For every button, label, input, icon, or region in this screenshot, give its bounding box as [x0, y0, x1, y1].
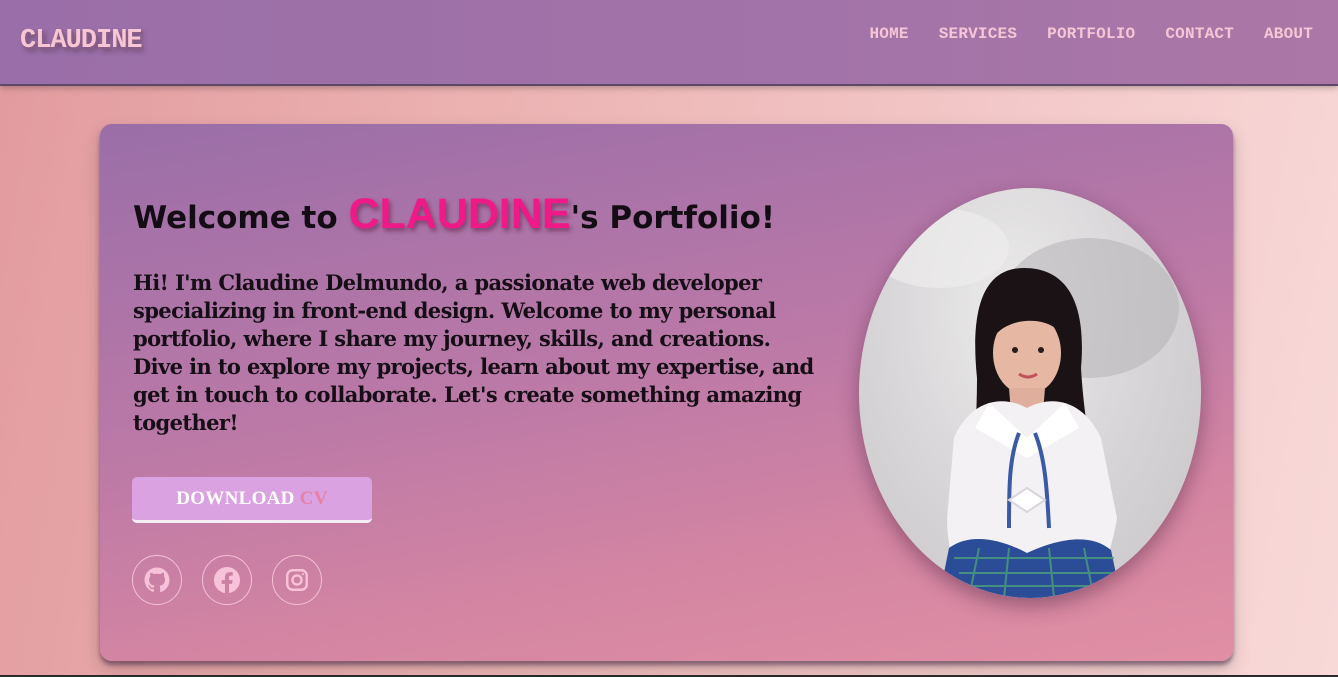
nav-contact-link[interactable]: CONTACT — [1165, 25, 1234, 43]
navbar: CLAUDINE HOME SERVICES PORTFOLIO CONTACT… — [0, 0, 1338, 86]
site-logo[interactable]: CLAUDINE — [20, 26, 143, 56]
facebook-link[interactable] — [202, 555, 252, 605]
instagram-icon — [286, 569, 308, 591]
hero-title-highlight: CLAUDINE — [348, 190, 571, 238]
hero-title-prefix: Welcome to — [133, 200, 349, 236]
nav-menu: HOME SERVICES PORTFOLIO CONTACT ABOUT — [870, 25, 1314, 43]
instagram-link[interactable] — [272, 555, 322, 605]
download-cv-accent: CV — [299, 487, 328, 509]
hero-title: Welcome to CLAUDINE's Portfolio! — [133, 190, 775, 239]
nav-home-link[interactable]: HOME — [870, 25, 909, 43]
facebook-icon — [214, 567, 240, 593]
social-links — [132, 555, 322, 605]
download-cv-button[interactable]: DOWNLOAD CV — [132, 477, 372, 523]
nav-about-link[interactable]: ABOUT — [1264, 25, 1313, 43]
download-cv-label: DOWNLOAD — [176, 487, 300, 509]
intro-paragraph: Hi! I'm Claudine Delmundo, a passionate … — [133, 270, 814, 435]
github-link[interactable] — [132, 555, 182, 605]
profile-photo-illustration — [869, 208, 1179, 598]
github-icon — [144, 567, 170, 592]
profile-photo — [859, 188, 1201, 598]
nav-services-link[interactable]: SERVICES — [939, 25, 1017, 43]
hero-title-suffix: 's Portfolio! — [570, 200, 775, 236]
hero-card: Welcome to CLAUDINE's Portfolio! Hi! I'm… — [100, 124, 1233, 661]
nav-portfolio-link[interactable]: PORTFOLIO — [1047, 25, 1135, 43]
